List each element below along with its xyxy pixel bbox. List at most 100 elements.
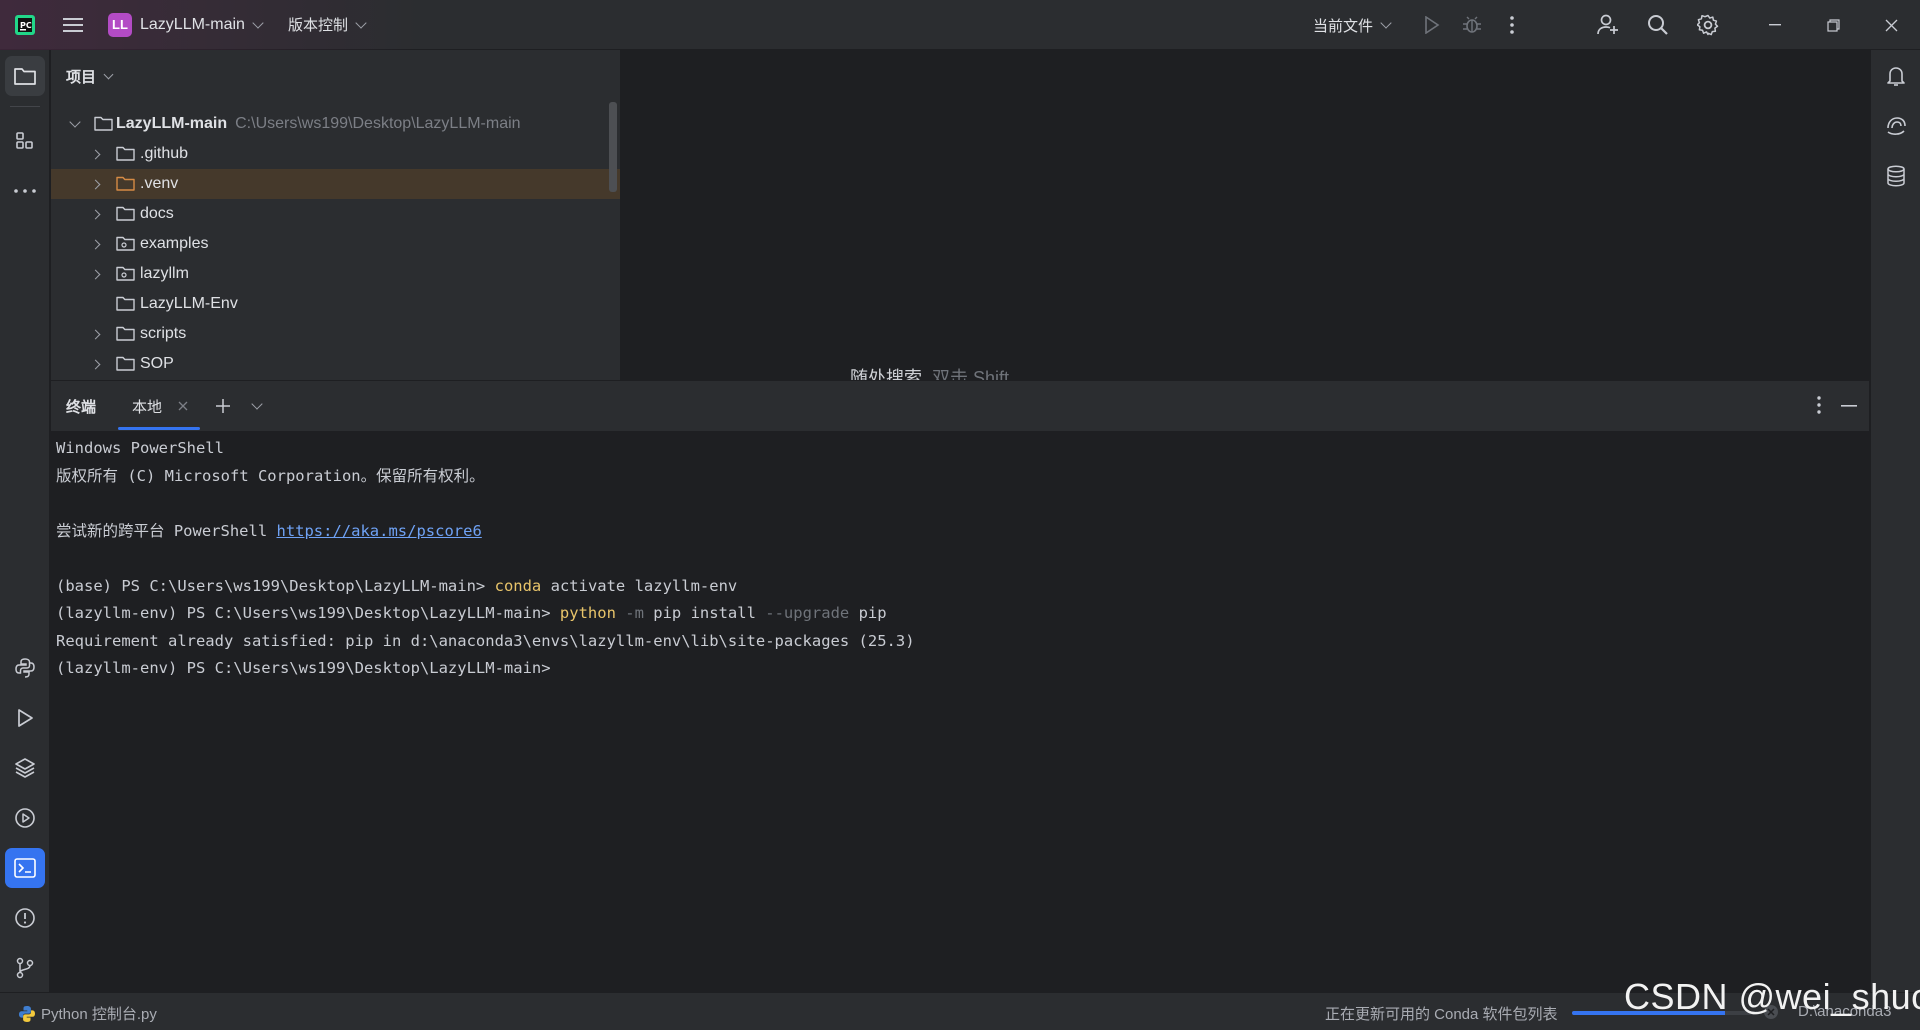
python-file-icon — [18, 1005, 36, 1023]
structure-tool-button[interactable] — [5, 121, 45, 161]
settings-button[interactable] — [1682, 0, 1734, 50]
gear-icon — [1697, 14, 1719, 36]
status-file-breadcrumb[interactable]: Python 控制台.py — [18, 1003, 157, 1024]
terminal-title-label: 终端 — [66, 398, 97, 416]
tree-item-lazyllm[interactable]: lazyllm — [51, 259, 620, 289]
tree-item-label: lazyllm — [140, 265, 189, 282]
chevron-right-icon[interactable] — [89, 148, 101, 160]
folder-icon — [116, 296, 135, 316]
services-tool-button[interactable] — [5, 798, 45, 838]
more-actions-button[interactable] — [1492, 0, 1532, 50]
tree-item-label: examples — [140, 235, 209, 252]
hint-shortcut: 双击 Shift — [932, 368, 1010, 380]
vcs-menu[interactable]: 版本控制 — [287, 14, 367, 35]
bug-icon — [1463, 16, 1481, 33]
tree-item-sop[interactable]: SOP — [51, 349, 620, 379]
notifications-button[interactable] — [1876, 56, 1916, 96]
tree-item-venv[interactable]: .venv — [51, 169, 620, 199]
chevron-right-icon[interactable] — [89, 268, 101, 280]
tree-root-row[interactable]: LazyLLM-main C:\Users\ws199\Desktop\LazyL… — [51, 109, 620, 139]
terminal-args: pip — [849, 604, 887, 622]
tree-item-scripts[interactable]: scripts — [51, 319, 620, 349]
terminal-tool-button[interactable] — [5, 848, 45, 888]
chevron-right-icon[interactable] — [89, 358, 101, 370]
folder-icon — [116, 206, 135, 226]
tree-item-docs[interactable]: docs — [51, 199, 620, 229]
python-packages-tool-button[interactable] — [5, 748, 45, 788]
terminal-line: Requirement already satisfied: pip in d:… — [56, 631, 915, 650]
python-icon — [15, 658, 35, 678]
chevron-down-icon — [1380, 17, 1392, 29]
chevron-right-icon[interactable] — [89, 328, 101, 340]
tab-local[interactable]: 本地 — [118, 381, 201, 431]
status-file-name: Python 控制台.py — [41, 1006, 157, 1023]
search-icon — [1648, 15, 1668, 35]
tab-dropdown-button[interactable] — [242, 391, 272, 421]
search-everywhere-button[interactable] — [1634, 0, 1682, 50]
search-everywhere-hint: 随处搜索 双击 Shift — [850, 364, 1009, 380]
tree-item-github[interactable]: .github — [51, 139, 620, 169]
pycharm-logo-icon[interactable]: PC — [0, 0, 50, 50]
terminal-title: 终端 — [66, 381, 96, 431]
close-tab-icon[interactable] — [178, 401, 188, 411]
structure-icon — [16, 132, 33, 149]
chevron-down-icon[interactable] — [69, 116, 81, 130]
close-window-button[interactable] — [1862, 0, 1920, 50]
editor-area[interactable]: 随处搜索 双击 Shift — [622, 50, 1869, 380]
terminal-prompt: (base) PS C:\Users\ws199\Desktop\LazyLLM… — [56, 576, 495, 595]
problems-icon — [15, 908, 35, 928]
terminal-output[interactable]: Windows PowerShell 版权所有 (C) Microsoft Co… — [51, 431, 1869, 992]
chevron-down-icon — [103, 69, 114, 79]
hide-terminal-button[interactable] — [1841, 405, 1857, 407]
debug-button[interactable] — [1452, 0, 1492, 50]
left-tool-strip — [0, 50, 50, 992]
folder-icon — [116, 146, 135, 166]
terminal-line: (base) PS C:\Users\ws199\Desktop\LazyLLM… — [56, 573, 1869, 601]
run-config-selector[interactable]: 当前文件 — [1313, 15, 1392, 36]
git-branch-icon — [16, 957, 34, 979]
terminal-args: activate lazyllm-env — [541, 576, 738, 595]
terminal-link[interactable]: https://aka.ms/pscore6 — [276, 522, 481, 540]
run-tool-button[interactable] — [5, 698, 45, 738]
terminal-icon — [14, 858, 36, 878]
terminal-options-button[interactable] — [1817, 396, 1821, 414]
tree-item-examples[interactable]: examples — [51, 229, 620, 259]
problems-tool-button[interactable] — [5, 898, 45, 938]
csdn-watermark: CSDN @wei_shuo — [1624, 976, 1920, 1017]
play-icon — [18, 709, 33, 727]
main-menu-icon[interactable] — [48, 0, 98, 50]
restore-button[interactable] — [1804, 0, 1862, 50]
new-tab-button[interactable] — [208, 391, 238, 421]
ai-assistant-button[interactable] — [1876, 106, 1916, 146]
chevron-right-icon[interactable] — [89, 178, 101, 190]
folder-icon — [116, 326, 135, 346]
database-button[interactable] — [1876, 156, 1916, 196]
project-panel-header[interactable]: 项目 — [51, 50, 620, 102]
minimize-button[interactable] — [1746, 0, 1804, 50]
terminal-prompt-line: (lazyllm-env) PS C:\Users\ws199\Desktop\… — [56, 659, 560, 677]
code-with-me-button[interactable] — [1582, 0, 1634, 50]
run-button[interactable] — [1412, 0, 1452, 50]
background-task-label[interactable]: 正在更新可用的 Conda 软件包列表 — [1325, 1003, 1558, 1024]
python-console-tool-button[interactable] — [5, 648, 45, 688]
project-tool-button[interactable] — [5, 56, 45, 96]
chevron-right-icon[interactable] — [89, 238, 101, 250]
svg-text:PC: PC — [20, 21, 32, 30]
more-vertical-icon — [1510, 16, 1514, 34]
project-panel-title: 项目 — [66, 68, 97, 86]
project-scrollbar[interactable] — [609, 102, 617, 192]
terminal-text: 尝试新的跨平台 PowerShell — [56, 521, 277, 540]
project-selector[interactable]: LL LazyLLM-main — [108, 12, 264, 37]
more-tools-button[interactable] — [5, 171, 45, 211]
chevron-right-icon[interactable] — [89, 208, 101, 220]
terminal-line: 版权所有 (C) Microsoft Corporation。保留所有权利。 — [56, 466, 485, 485]
terminal-line: (lazyllm-env) PS C:\Users\ws199\Desktop\… — [56, 600, 1869, 628]
terminal-args: pip install — [643, 604, 766, 622]
git-tool-button[interactable] — [5, 948, 45, 988]
tree-item-lazyllm-env[interactable]: LazyLLM-Env — [51, 289, 620, 319]
title-bar: PC LL LazyLLM-main 版本控制 当前文件 — [0, 0, 1920, 50]
vcs-label: 版本控制 — [287, 17, 348, 34]
plus-icon — [216, 399, 231, 413]
play-icon — [1425, 16, 1440, 34]
tree-root-path: C:\Users\ws199\Desktop\LazyLLM-main — [235, 115, 521, 132]
